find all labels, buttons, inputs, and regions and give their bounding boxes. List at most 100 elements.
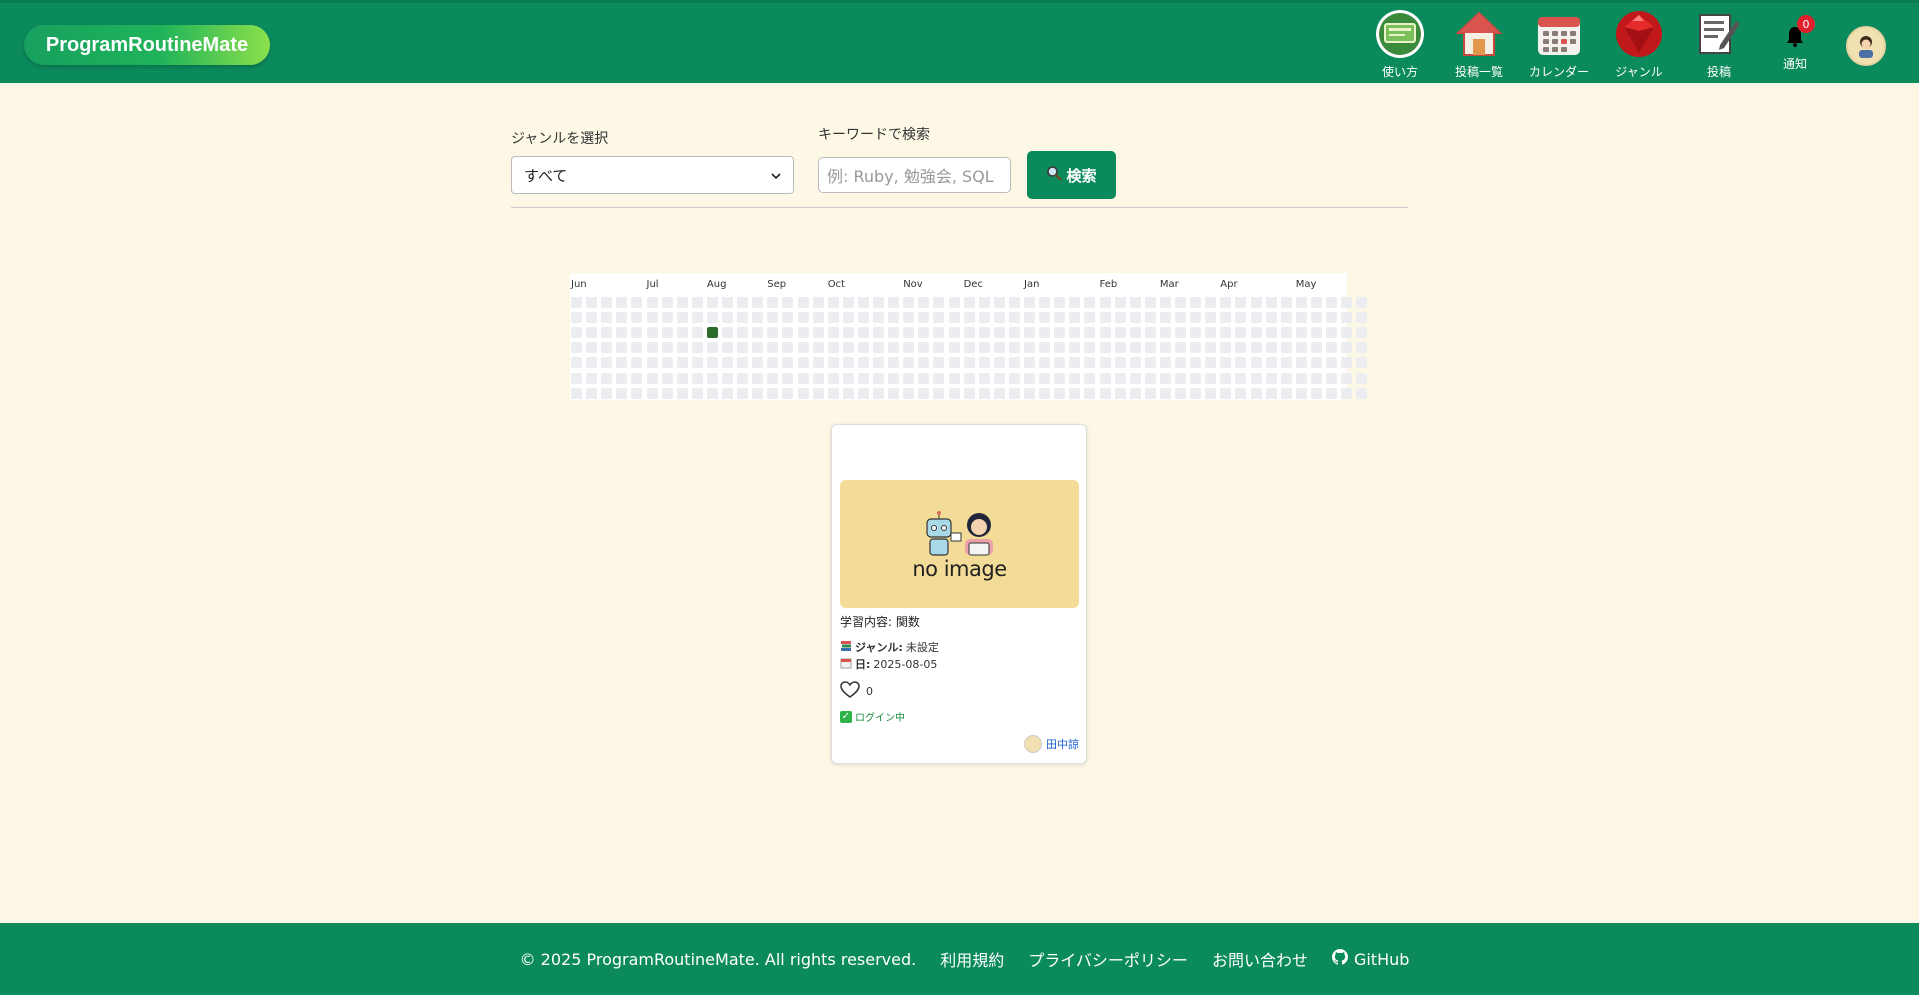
heatmap-day-cell[interactable]	[812, 297, 824, 308]
heatmap-day-cell[interactable]	[706, 312, 718, 324]
heatmap-day-cell[interactable]	[1250, 312, 1262, 324]
heatmap-day-cell[interactable]	[948, 297, 960, 308]
heatmap-day-cell[interactable]	[1356, 372, 1368, 384]
heatmap-day-cell[interactable]	[933, 387, 945, 399]
heatmap-day-cell[interactable]	[918, 312, 930, 324]
heatmap-day-cell[interactable]	[767, 357, 779, 369]
heatmap-day-cell[interactable]	[1220, 342, 1232, 354]
heatmap-day-cell[interactable]	[1326, 327, 1337, 339]
heatmap-day-cell[interactable]	[706, 372, 718, 384]
heatmap-day-cell[interactable]	[1250, 327, 1262, 339]
heatmap-day-cell[interactable]	[1084, 342, 1096, 354]
heatmap-day-cell[interactable]	[691, 342, 703, 354]
heatmap-day-cell[interactable]	[1190, 312, 1202, 324]
contact-link[interactable]: お問い合わせ	[1212, 947, 1308, 971]
heatmap-day-cell[interactable]	[646, 372, 658, 384]
heatmap-day-cell[interactable]	[1295, 372, 1307, 384]
heatmap-day-cell[interactable]	[616, 342, 628, 354]
nav-notifications[interactable]: 0 通知	[1757, 9, 1833, 81]
heatmap-day-cell[interactable]	[963, 312, 975, 324]
heatmap-day-cell[interactable]	[767, 312, 779, 324]
heatmap-day-cell[interactable]	[586, 297, 598, 308]
heatmap-day-cell[interactable]	[767, 342, 779, 354]
heatmap-day-cell[interactable]	[918, 297, 930, 308]
heatmap-day-cell[interactable]	[857, 387, 869, 399]
heatmap-day-cell[interactable]	[873, 297, 884, 308]
heatmap-day-cell[interactable]	[842, 342, 854, 354]
heatmap-day-cell[interactable]	[948, 372, 960, 384]
heatmap-day-cell[interactable]	[661, 297, 673, 308]
heatmap-day-cell[interactable]	[1280, 342, 1292, 354]
heatmap-day-cell[interactable]	[1310, 387, 1322, 399]
heatmap-day-cell[interactable]	[857, 342, 869, 354]
heatmap-day-cell[interactable]	[933, 312, 945, 324]
heatmap-day-cell[interactable]	[933, 357, 945, 369]
heatmap-day-cell[interactable]	[1326, 357, 1337, 369]
heatmap-day-cell[interactable]	[873, 312, 884, 324]
heatmap-day-cell[interactable]	[1175, 327, 1186, 339]
heatmap-day-cell[interactable]	[1341, 342, 1353, 354]
heatmap-day-cell[interactable]	[1295, 387, 1307, 399]
keyword-input[interactable]: 例: Ruby, 勉強会, SQL	[818, 157, 1011, 193]
heatmap-day-cell[interactable]	[752, 342, 764, 354]
heatmap-day-cell[interactable]	[1190, 297, 1202, 308]
heatmap-day-cell[interactable]	[1280, 387, 1292, 399]
heatmap-day-cell[interactable]	[601, 372, 613, 384]
heatmap-day-cell[interactable]	[1341, 297, 1353, 308]
heatmap-day-cell[interactable]	[1054, 342, 1066, 354]
heatmap-day-cell[interactable]	[616, 387, 628, 399]
heatmap-day-cell[interactable]	[1295, 342, 1307, 354]
heatmap-day-cell[interactable]	[1039, 297, 1051, 308]
heatmap-day-cell[interactable]	[1084, 297, 1096, 308]
heatmap-day-cell[interactable]	[1084, 357, 1096, 369]
heatmap-day-cell[interactable]	[1054, 327, 1066, 339]
heatmap-day-cell[interactable]	[1265, 327, 1277, 339]
heatmap-day-cell[interactable]	[782, 312, 794, 324]
heatmap-day-cell[interactable]	[993, 342, 1005, 354]
heatmap-day-cell[interactable]	[948, 357, 960, 369]
heatmap-day-cell[interactable]	[1114, 297, 1126, 308]
heatmap-day-cell[interactable]	[1205, 372, 1217, 384]
heatmap-day-cell[interactable]	[1190, 342, 1202, 354]
heatmap-day-cell[interactable]	[1280, 357, 1292, 369]
heatmap-day-cell[interactable]	[782, 342, 794, 354]
heatmap-day-cell[interactable]	[706, 297, 718, 308]
heatmap-day-cell[interactable]	[706, 342, 718, 354]
heatmap-day-cell[interactable]	[797, 342, 809, 354]
heatmap-day-cell[interactable]	[767, 327, 779, 339]
heatmap-day-cell[interactable]	[1175, 342, 1186, 354]
heatmap-day-cell[interactable]	[1159, 372, 1171, 384]
heatmap-day-cell[interactable]	[903, 387, 915, 399]
heatmap-day-cell[interactable]	[601, 327, 613, 339]
heatmap-day-cell[interactable]	[948, 327, 960, 339]
heatmap-day-cell[interactable]	[752, 312, 764, 324]
heatmap-day-cell[interactable]	[1024, 312, 1035, 324]
heatmap-day-cell[interactable]	[676, 357, 688, 369]
heatmap-day-cell[interactable]	[842, 372, 854, 384]
heatmap-day-cell[interactable]	[616, 357, 628, 369]
heatmap-day-cell[interactable]	[963, 327, 975, 339]
heatmap-day-cell[interactable]	[1008, 387, 1020, 399]
heatmap-day-cell[interactable]	[1099, 342, 1111, 354]
heatmap-day-cell[interactable]	[586, 342, 598, 354]
heatmap-day-cell[interactable]	[1039, 327, 1051, 339]
heatmap-day-cell[interactable]	[1039, 372, 1051, 384]
heatmap-day-cell[interactable]	[1295, 327, 1307, 339]
heatmap-day-cell[interactable]	[1084, 327, 1096, 339]
heatmap-day-cell[interactable]	[903, 357, 915, 369]
heatmap-day-cell[interactable]	[1129, 357, 1141, 369]
heatmap-day-cell[interactable]	[1024, 387, 1035, 399]
heatmap-day-cell[interactable]	[631, 312, 643, 324]
like-button[interactable]: 0	[840, 681, 873, 702]
heatmap-day-cell[interactable]	[993, 372, 1005, 384]
heatmap-day-cell[interactable]	[918, 342, 930, 354]
heatmap-day-cell[interactable]	[571, 387, 582, 399]
heatmap-day-cell[interactable]	[586, 312, 598, 324]
heatmap-day-cell[interactable]	[1069, 357, 1081, 369]
heatmap-day-cell[interactable]	[978, 387, 990, 399]
heatmap-day-cell[interactable]	[691, 357, 703, 369]
heatmap-day-cell[interactable]	[1144, 312, 1156, 324]
heatmap-day-cell[interactable]	[918, 327, 930, 339]
heatmap-day-cell[interactable]	[1310, 372, 1322, 384]
heatmap-day-cell[interactable]	[1159, 387, 1171, 399]
